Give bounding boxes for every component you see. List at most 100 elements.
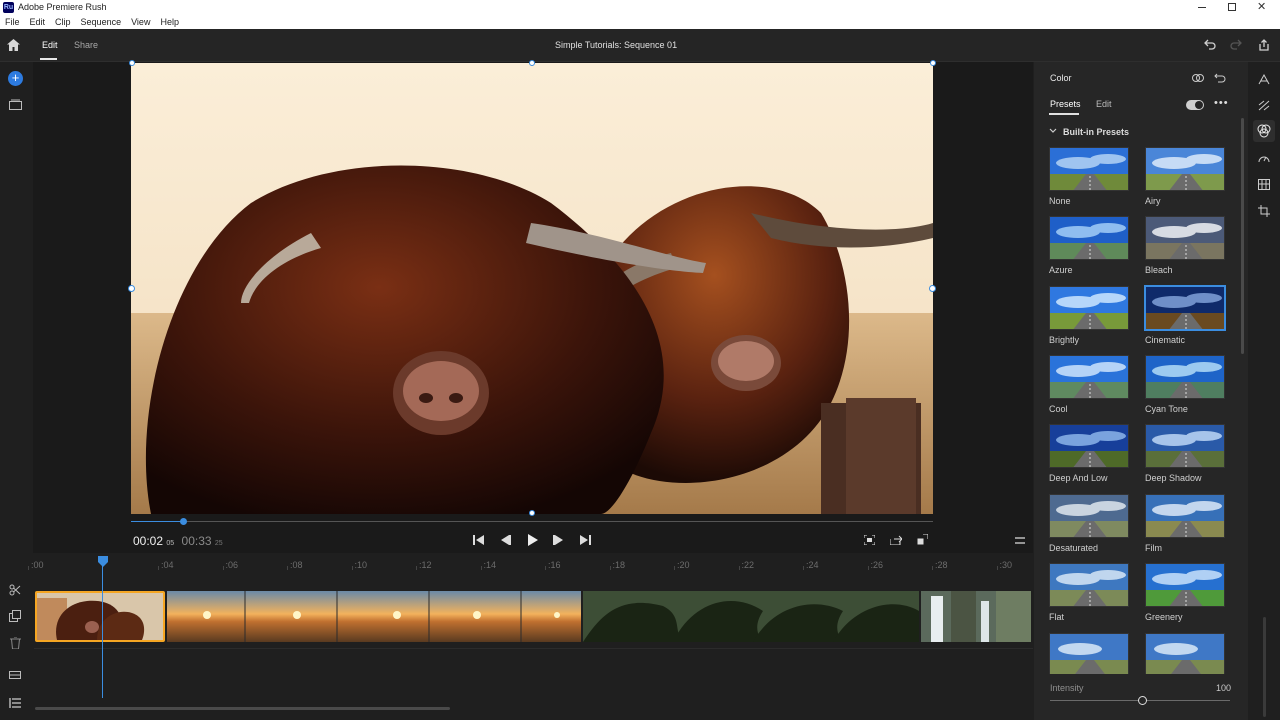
preset-label: None bbox=[1049, 196, 1071, 206]
skip-forward-icon[interactable] bbox=[580, 535, 591, 545]
preset-greenery[interactable]: Greenery bbox=[1145, 563, 1227, 622]
preset-thumbnail[interactable] bbox=[1049, 355, 1129, 399]
preset-thumbnail[interactable] bbox=[1145, 216, 1225, 260]
export-frame-icon[interactable] bbox=[890, 535, 902, 545]
transform-handle[interactable] bbox=[129, 60, 135, 66]
skip-back-icon[interactable] bbox=[473, 535, 484, 545]
close-window-button[interactable]: ✕ bbox=[1257, 0, 1266, 13]
duplicate-icon[interactable] bbox=[9, 610, 21, 622]
preset-thumbnail[interactable] bbox=[1049, 563, 1129, 607]
save-preset-icon[interactable] bbox=[1192, 73, 1204, 83]
crop-icon[interactable] bbox=[1258, 205, 1270, 217]
transitions-icon[interactable] bbox=[1258, 100, 1270, 111]
list-icon[interactable] bbox=[9, 698, 21, 708]
preset-cinematic[interactable]: Cinematic bbox=[1144, 285, 1227, 345]
transform-handle[interactable] bbox=[128, 285, 135, 292]
reset-icon[interactable] bbox=[1214, 73, 1226, 83]
maximize-button[interactable] bbox=[1228, 3, 1236, 11]
preset-thumbnail[interactable] bbox=[1049, 633, 1129, 674]
preset-thumbnail[interactable] bbox=[1145, 563, 1225, 607]
preset-partial[interactable] bbox=[1049, 633, 1131, 674]
menu-icon[interactable] bbox=[1015, 537, 1025, 544]
scissors-icon[interactable] bbox=[9, 584, 21, 596]
trash-icon[interactable] bbox=[10, 637, 21, 649]
undo-icon[interactable] bbox=[1204, 39, 1216, 50]
preset-thumbnail[interactable] bbox=[1049, 216, 1129, 260]
menu-help[interactable]: Help bbox=[160, 15, 179, 29]
preset-desaturated[interactable]: Desaturated bbox=[1049, 494, 1131, 553]
preset-deep-shadow[interactable]: Deep Shadow bbox=[1145, 424, 1227, 483]
transform-handle[interactable] bbox=[930, 60, 936, 66]
menu-view[interactable]: View bbox=[131, 15, 150, 29]
preset-airy[interactable]: Airy bbox=[1145, 147, 1227, 206]
clip-selected[interactable] bbox=[35, 591, 165, 642]
playhead-handle[interactable] bbox=[98, 556, 108, 567]
preset-brightly[interactable]: Brightly bbox=[1049, 286, 1131, 345]
preset-thumbnail[interactable] bbox=[1145, 494, 1225, 538]
audio-icon[interactable] bbox=[1258, 179, 1270, 190]
preset-none[interactable]: None bbox=[1049, 147, 1131, 206]
tab-edit-color[interactable]: Edit bbox=[1096, 99, 1112, 109]
step-back-icon[interactable] bbox=[500, 535, 511, 545]
preset-thumbnail[interactable] bbox=[1144, 285, 1226, 331]
more-icon[interactable]: ••• bbox=[1214, 97, 1229, 109]
toggle-switch[interactable] bbox=[1186, 100, 1204, 110]
preset-thumbnail[interactable] bbox=[1145, 424, 1225, 468]
preset-thumbnail[interactable] bbox=[1145, 147, 1225, 191]
preset-thumbnail[interactable] bbox=[1049, 286, 1129, 330]
clip-sunrise[interactable] bbox=[167, 591, 581, 642]
media-icon[interactable] bbox=[9, 99, 22, 110]
preset-cool[interactable]: Cool bbox=[1049, 355, 1131, 414]
track-options-icon[interactable] bbox=[9, 671, 21, 679]
redo-icon[interactable] bbox=[1230, 39, 1242, 50]
menu-edit[interactable]: Edit bbox=[30, 15, 46, 29]
transform-handle[interactable] bbox=[929, 285, 936, 292]
preset-deep-and-low[interactable]: Deep And Low bbox=[1049, 424, 1131, 483]
preset-label: Desaturated bbox=[1049, 543, 1099, 553]
fit-icon[interactable] bbox=[864, 535, 875, 545]
preset-thumbnail[interactable] bbox=[1145, 355, 1225, 399]
menu-sequence[interactable]: Sequence bbox=[81, 15, 122, 29]
ruler-tick-label: :20 bbox=[677, 560, 690, 570]
add-media-icon[interactable]: + bbox=[8, 71, 23, 86]
menu-file[interactable]: File bbox=[5, 15, 20, 29]
chevron-down-icon[interactable] bbox=[1049, 128, 1057, 134]
home-icon[interactable] bbox=[7, 39, 20, 51]
preset-cyan-tone[interactable]: Cyan Tone bbox=[1145, 355, 1227, 414]
tab-presets[interactable]: Presets bbox=[1050, 99, 1081, 109]
step-forward-icon[interactable] bbox=[553, 535, 564, 545]
scrub-bar[interactable] bbox=[131, 521, 933, 522]
preset-thumbnail[interactable] bbox=[1049, 147, 1129, 191]
panel-scrollbar[interactable] bbox=[1241, 118, 1244, 354]
speed-icon[interactable] bbox=[1258, 153, 1270, 164]
preset-thumbnail[interactable] bbox=[1049, 494, 1129, 538]
preset-thumbnail[interactable] bbox=[1049, 424, 1129, 468]
minimize-button[interactable] bbox=[1198, 3, 1208, 12]
clip-tree[interactable] bbox=[583, 591, 919, 642]
preset-thumbnail[interactable] bbox=[1145, 633, 1225, 674]
video-frame[interactable] bbox=[131, 63, 933, 514]
timeline-scrollbar[interactable] bbox=[35, 707, 450, 710]
tab-edit[interactable]: Edit bbox=[42, 40, 58, 50]
panel-title: Color bbox=[1050, 73, 1072, 83]
time-ruler[interactable]: :00:04:06:08:10:12:14:16:18:20:22:24:26:… bbox=[28, 553, 1033, 573]
preset-flat[interactable]: Flat bbox=[1049, 563, 1131, 622]
preset-film[interactable]: Film bbox=[1145, 494, 1227, 553]
intensity-slider-handle[interactable] bbox=[1138, 696, 1147, 705]
play-icon[interactable] bbox=[528, 534, 538, 546]
titles-icon[interactable] bbox=[1258, 74, 1270, 85]
clip-waterfall[interactable] bbox=[921, 591, 1031, 642]
transform-handle[interactable] bbox=[529, 510, 535, 516]
tab-share[interactable]: Share bbox=[74, 40, 98, 50]
track-divider bbox=[34, 648, 1033, 649]
color-tool-active[interactable] bbox=[1253, 120, 1275, 142]
preset-azure[interactable]: Azure bbox=[1049, 216, 1131, 275]
preset-partial[interactable] bbox=[1145, 633, 1227, 674]
share-icon[interactable] bbox=[1258, 39, 1270, 51]
transform-handle[interactable] bbox=[529, 60, 535, 66]
scrub-handle[interactable] bbox=[180, 518, 188, 525]
preset-label: Cool bbox=[1049, 404, 1068, 414]
preset-bleach[interactable]: Bleach bbox=[1145, 216, 1227, 275]
menu-clip[interactable]: Clip bbox=[55, 15, 71, 29]
fullscreen-icon[interactable] bbox=[917, 534, 928, 545]
